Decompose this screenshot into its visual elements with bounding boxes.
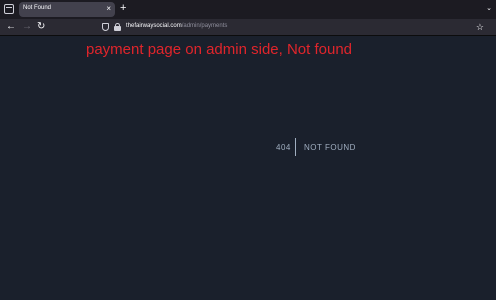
error-code: 404 xyxy=(276,143,291,152)
reload-icon[interactable]: ↻ xyxy=(37,21,45,33)
navigation-toolbar: ← → ↻ thefairwaysocial.com/admin/payment… xyxy=(0,19,496,36)
url-host: thefairwaysocial.com xyxy=(126,23,182,29)
address-bar[interactable]: thefairwaysocial.com/admin/payments ☆ xyxy=(98,21,488,34)
annotation-text: payment page on admin side, Not found xyxy=(86,41,353,58)
shield-icon[interactable] xyxy=(102,23,109,31)
tab-list-icon[interactable] xyxy=(4,4,14,14)
forward-arrow-icon[interactable]: → xyxy=(22,21,32,33)
tab-bar: Not Found × + ⌄ xyxy=(0,0,496,19)
url-text[interactable]: thefairwaysocial.com/admin/payments xyxy=(126,23,227,29)
chevron-down-icon[interactable]: ⌄ xyxy=(486,4,492,14)
star-icon[interactable]: ☆ xyxy=(476,21,484,33)
new-tab-icon[interactable]: + xyxy=(120,2,126,15)
close-icon[interactable]: × xyxy=(106,4,111,14)
back-arrow-icon[interactable]: ← xyxy=(6,21,16,33)
divider xyxy=(295,138,296,156)
error-message: NOT FOUND xyxy=(304,143,356,152)
tab-not-found[interactable]: Not Found × xyxy=(19,2,115,17)
lock-icon[interactable] xyxy=(114,23,121,31)
page-content xyxy=(0,37,496,300)
tab-title: Not Found xyxy=(23,5,52,11)
url-path: /admin/payments xyxy=(181,23,228,29)
